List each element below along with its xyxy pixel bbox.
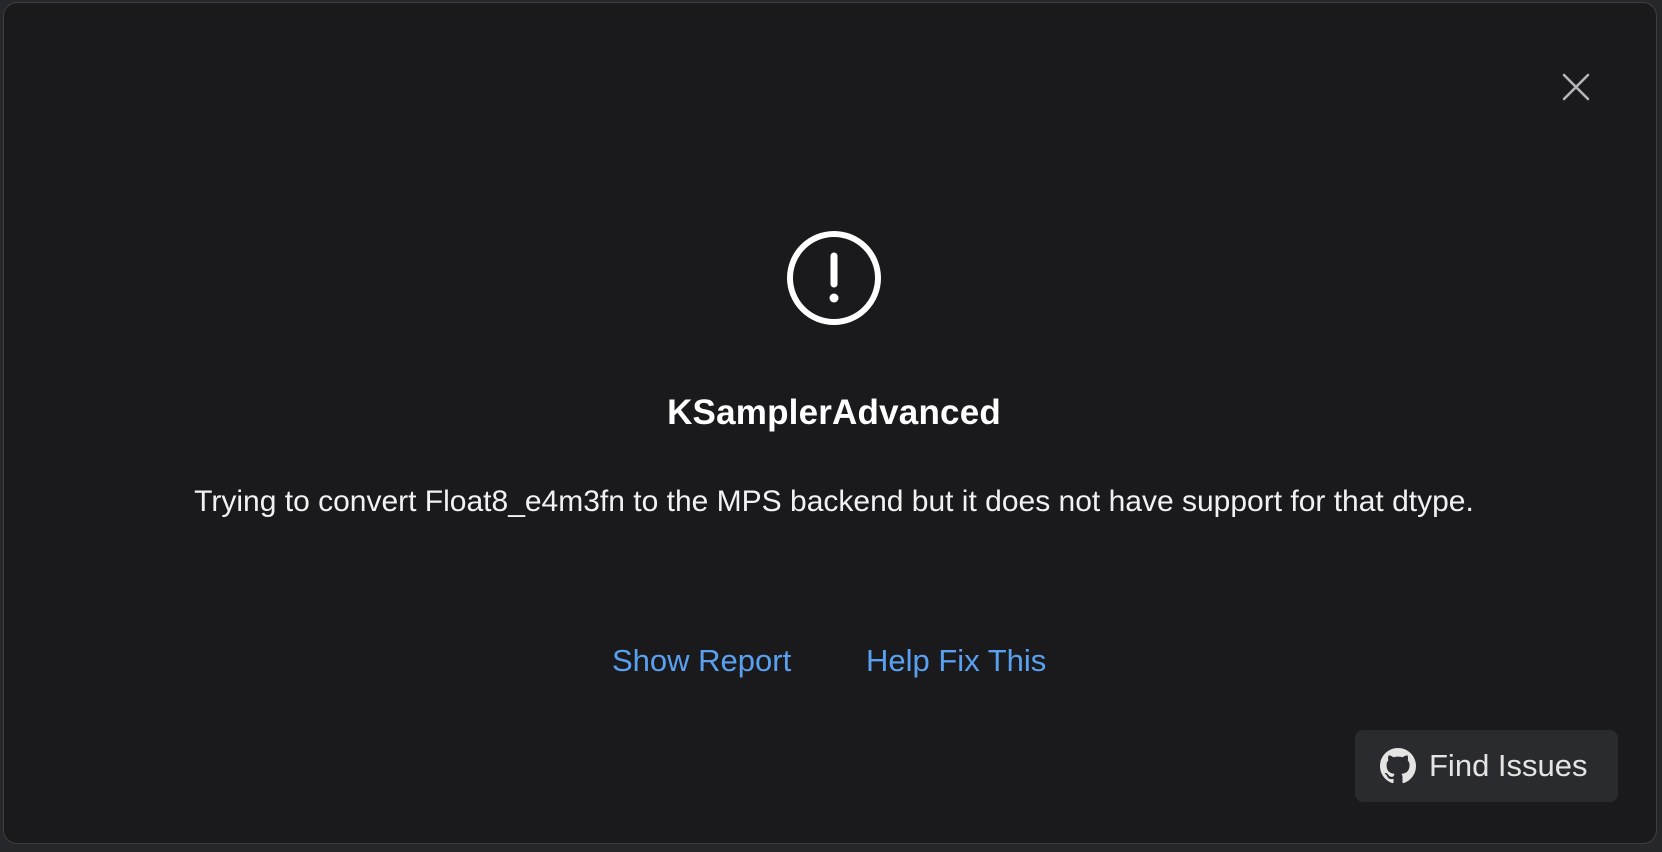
- error-message: Trying to convert Float8_e4m3fn to the M…: [194, 485, 1474, 518]
- find-issues-label: Find Issues: [1429, 748, 1588, 783]
- error-dialog: KSamplerAdvanced Trying to convert Float…: [3, 2, 1657, 844]
- exclamation-circle-icon: [787, 231, 881, 325]
- close-icon: [1562, 73, 1590, 101]
- close-button[interactable]: [1556, 67, 1596, 107]
- github-icon: [1380, 748, 1416, 784]
- find-issues-button[interactable]: Find Issues: [1355, 730, 1618, 802]
- help-fix-link[interactable]: Help Fix This: [866, 643, 1046, 679]
- show-report-link[interactable]: Show Report: [612, 643, 791, 679]
- error-title: KSamplerAdvanced: [667, 393, 1001, 432]
